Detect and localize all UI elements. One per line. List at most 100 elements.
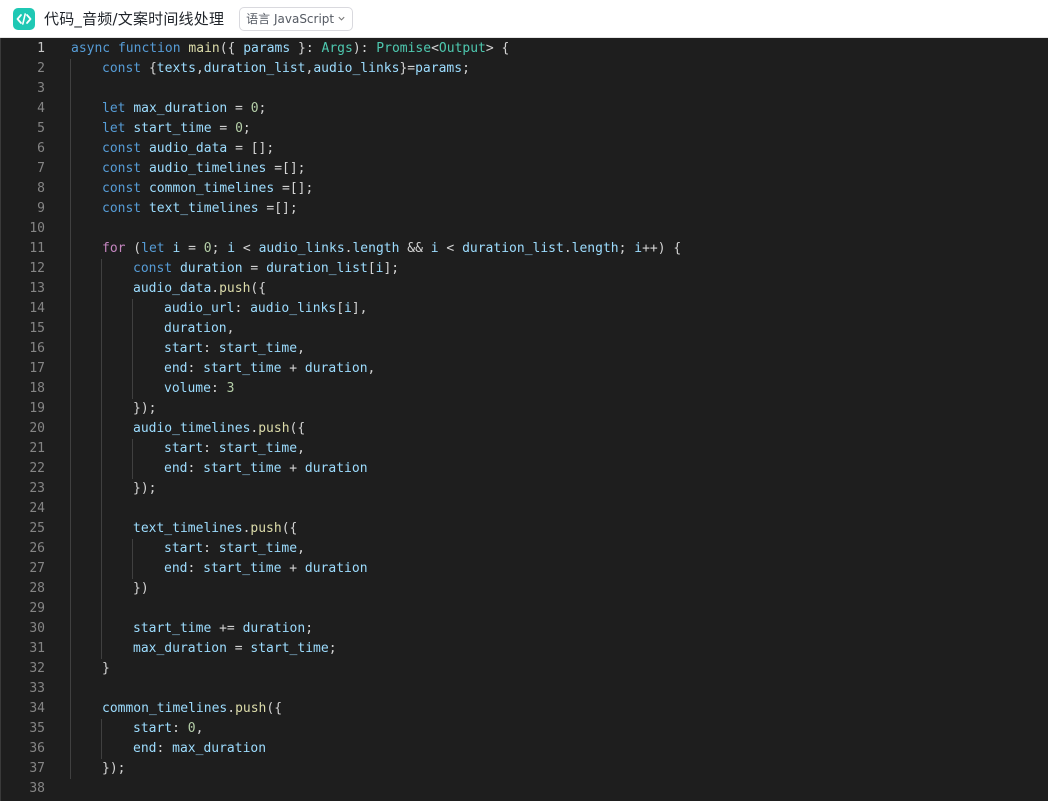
line-number: 4	[37, 101, 45, 116]
code-text: audio_data.push({	[133, 279, 266, 299]
code-token: audio_data	[148, 141, 228, 156]
code-token: +	[281, 461, 305, 476]
code-text: });	[102, 759, 125, 779]
line-number: 3	[37, 81, 45, 96]
code-text: for (let i = 0; i < audio_links.length &…	[102, 239, 681, 259]
code-token: =	[242, 261, 267, 276]
code-line: 11 for (let i = 0; i < audio_links.length…	[1, 239, 1048, 259]
code-text: end: start_time + duration	[164, 559, 368, 579]
line-number: 1	[37, 41, 45, 56]
line-number: 34	[29, 701, 45, 716]
code-token: +=	[211, 621, 243, 636]
code-line: 31 max_duration = start_time;	[1, 639, 1048, 659]
code-line: 20 audio_timelines.push({	[1, 419, 1048, 439]
code-text: const text_timelines =[];	[102, 199, 298, 219]
line-number: 14	[29, 301, 45, 316]
code-token: });	[133, 481, 157, 496]
code-token: }:	[290, 41, 322, 56]
line-number: 8	[37, 181, 45, 196]
line-number: 9	[37, 201, 45, 216]
code-token: =[];	[266, 161, 306, 176]
line-number: 28	[29, 581, 45, 596]
code-token: ({	[250, 281, 267, 296]
line-number: 6	[37, 141, 45, 156]
code-token: push	[219, 281, 251, 296]
code-token: 0	[187, 721, 196, 736]
code-text: start: start_time,	[164, 339, 305, 359]
line-number: 29	[29, 601, 45, 616]
code-token: ):	[352, 41, 377, 56]
code-token: audio_timelines	[148, 161, 267, 176]
line-number: 36	[29, 741, 45, 756]
code-line: 34 common_timelines.push({	[1, 699, 1048, 719]
line-number: 38	[29, 781, 45, 796]
code-token: max_duration	[133, 101, 228, 116]
code-token: =	[226, 641, 251, 656]
code-text: const audio_timelines =[];	[102, 159, 306, 179]
code-text: })	[133, 579, 149, 599]
code-token: volume	[164, 381, 211, 396]
line-number: 19	[29, 401, 45, 416]
code-token: start_time	[218, 341, 298, 356]
line-number: 37	[29, 761, 45, 776]
code-token: start_time	[133, 121, 212, 136]
code-line: 6 const audio_data = [];	[1, 139, 1048, 159]
code-token: ,	[226, 321, 235, 336]
code-token: params	[243, 41, 291, 56]
code-editor[interactable]: 1 async function main({ params }: Args): …	[0, 38, 1048, 801]
code-token: ];	[383, 261, 400, 276]
line-number: 31	[29, 641, 45, 656]
code-line: 7 const audio_timelines =[];	[1, 159, 1048, 179]
language-select[interactable]: 语言 JavaScript	[239, 6, 354, 31]
code-token: +	[281, 361, 305, 376]
line-number: 24	[29, 501, 45, 516]
code-token: max_duration	[133, 641, 227, 656]
code-line: 35 start: 0,	[1, 719, 1048, 739]
code-line: 32}	[1, 659, 1048, 679]
code-token: duration	[179, 261, 243, 276]
line-number: 12	[29, 261, 45, 276]
code-token: .	[227, 701, 236, 716]
code-token: common_timelines	[102, 701, 228, 716]
line-number: 32	[29, 661, 45, 676]
code-token: start_time	[203, 561, 282, 576]
line-number: 21	[29, 441, 45, 456]
code-text: start: start_time,	[164, 539, 305, 559]
code-text: const audio_data = [];	[102, 139, 274, 159]
code-token: end	[164, 561, 188, 576]
code-token: audio_links	[258, 241, 345, 256]
code-line: 38	[1, 779, 1048, 799]
code-token: ,	[297, 341, 305, 356]
code-token: :	[156, 741, 173, 756]
code-token: Args	[321, 41, 353, 56]
code-token: ({	[266, 701, 283, 716]
code-token: }	[102, 661, 110, 676]
code-line: 17 end: start_time + duration,	[1, 359, 1048, 379]
code-line: 19});	[1, 399, 1048, 419]
code-text: text_timelines.push({	[133, 519, 297, 539]
code-line: 37});	[1, 759, 1048, 779]
line-number: 2	[37, 61, 45, 76]
code-token: duration_list	[266, 261, 368, 276]
code-text: end: start_time + duration,	[164, 359, 375, 379]
line-number: 33	[29, 681, 45, 696]
code-text: end: start_time + duration	[164, 459, 368, 479]
indent-guide	[70, 59, 71, 779]
code-token: 0	[250, 101, 259, 116]
code-token: =	[227, 101, 251, 116]
code-token: duration	[242, 621, 306, 636]
code-token: ,	[195, 721, 204, 736]
code-line: 1 async function main({ params }: Args): …	[1, 39, 1048, 59]
code-text: const common_timelines =[];	[102, 179, 313, 199]
code-text: duration,	[164, 319, 234, 339]
line-number: 20	[29, 421, 45, 436]
code-line: 22 end: start_time + duration	[1, 459, 1048, 479]
code-token: push	[235, 701, 267, 716]
code-token: ],	[351, 301, 368, 316]
code-token: start_time	[133, 621, 212, 636]
code-line: 30 start_time += duration;	[1, 619, 1048, 639]
